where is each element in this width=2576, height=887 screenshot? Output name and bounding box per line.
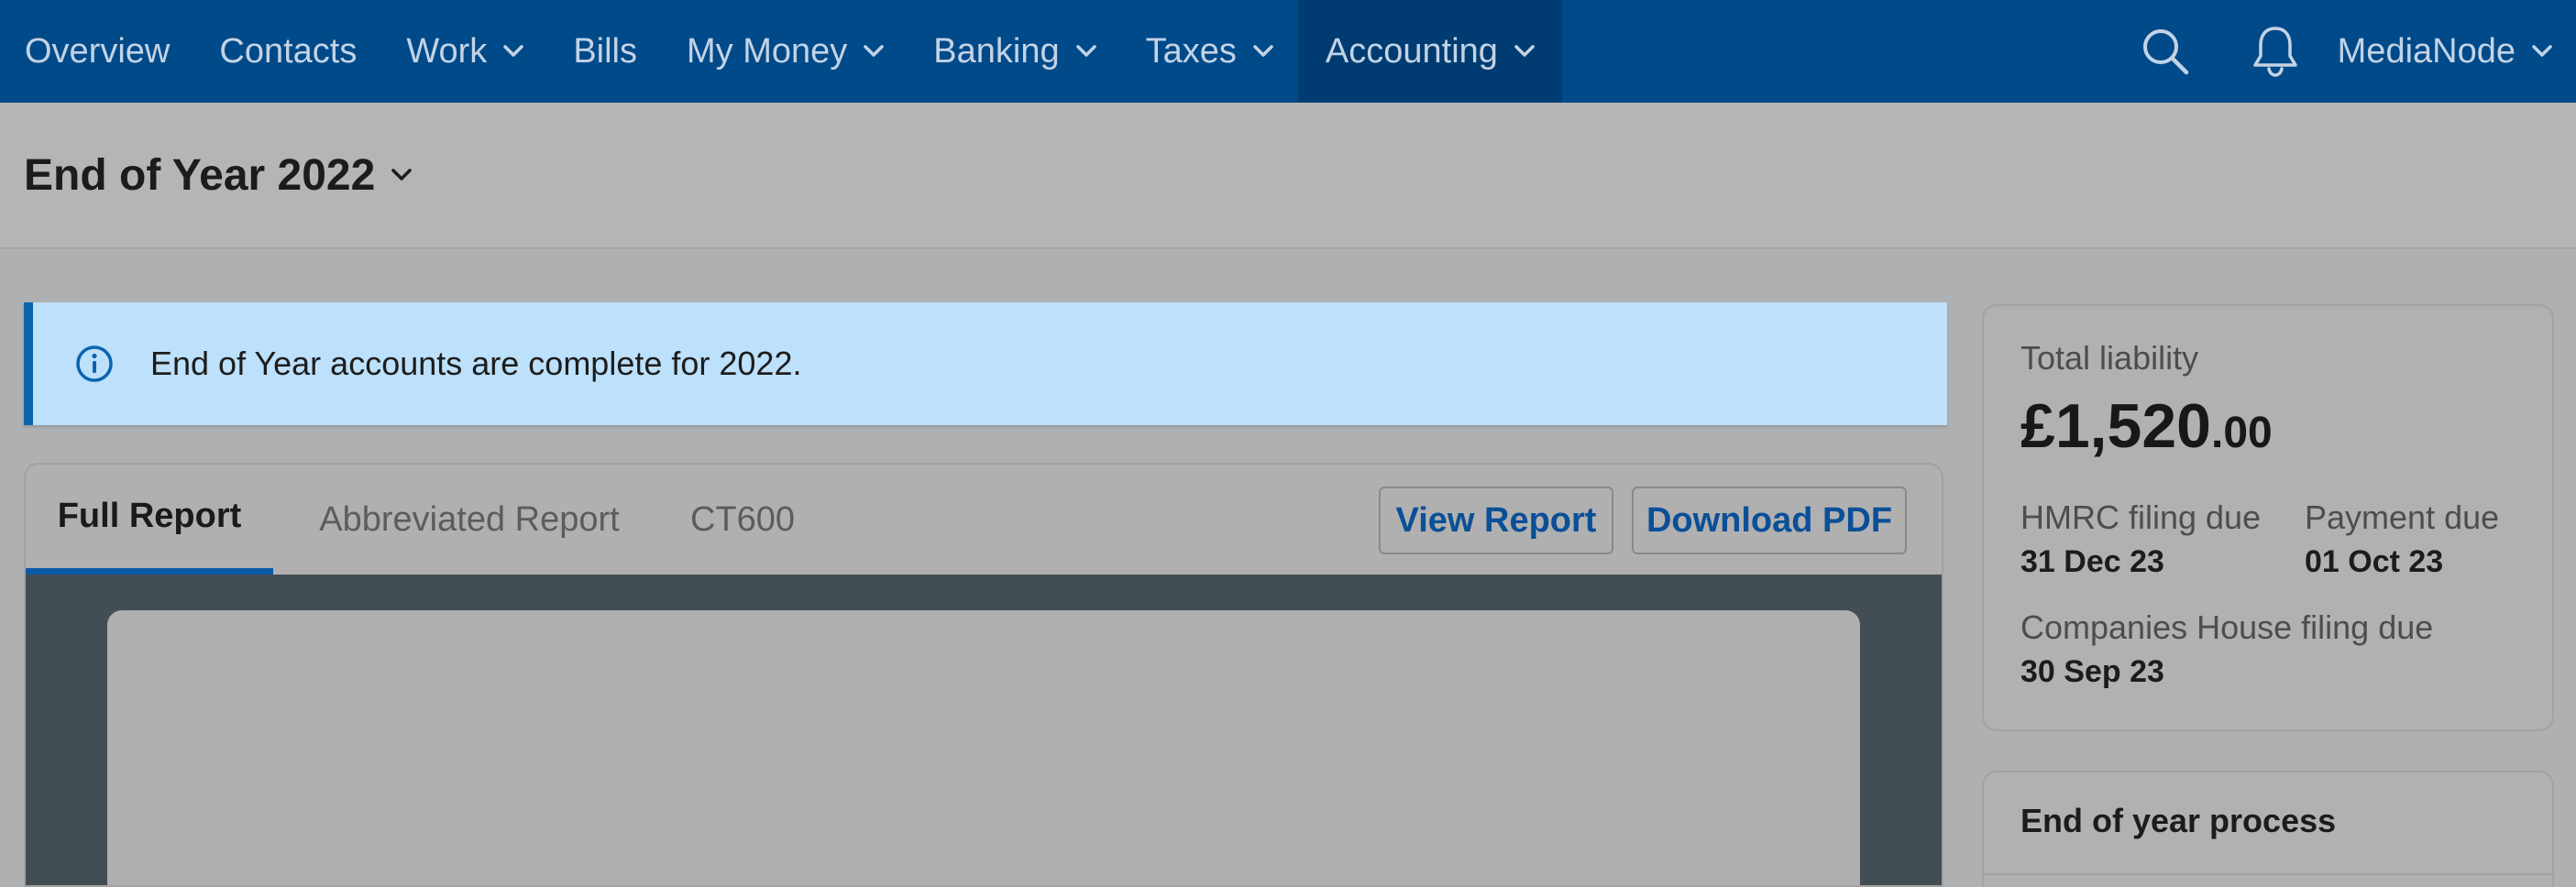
process-card: End of year process: [1982, 771, 2556, 887]
account-name: MediaNode: [2337, 31, 2515, 71]
payment-due-date: 01 Oct 23: [2305, 544, 2444, 579]
download-pdf-button[interactable]: Download PDF: [1632, 487, 1907, 554]
hmrc-filing-label: HMRC filing due: [2020, 498, 2262, 536]
info-icon: [76, 345, 113, 382]
main-content: End of Year accounts are complete for 20…: [0, 250, 2576, 887]
companies-house-date: 30 Sep 23: [2020, 654, 2164, 689]
page-title: End of Year 2022: [24, 150, 376, 200]
total-liability-value: £1,520.00: [2020, 390, 2273, 462]
nav-item-banking[interactable]: Banking: [908, 0, 1120, 103]
nav-item-label: Bills: [573, 31, 637, 71]
tab-full-report[interactable]: Full Report: [26, 465, 273, 575]
total-liability-label: Total liability: [2020, 339, 2199, 377]
nav-item-work[interactable]: Work: [381, 0, 548, 103]
tab-label: CT600: [689, 499, 796, 539]
chevron-down-icon: [864, 45, 885, 57]
chevron-down-icon: [1514, 45, 1535, 57]
nav-item-taxes[interactable]: Taxes: [1121, 0, 1298, 103]
tab-label: Abbreviated Report: [319, 499, 620, 539]
report-viewer[interactable]: [26, 575, 1942, 885]
chevron-down-icon: [391, 169, 413, 181]
total-liability-main: £1,520: [2020, 391, 2211, 461]
nav-item-label: Banking: [933, 31, 1060, 71]
year-selector[interactable]: End of Year 2022: [24, 150, 413, 201]
divider: [1984, 873, 2556, 875]
nav-item-my-money[interactable]: My Money: [662, 0, 908, 103]
nav-right: MediaNode: [2138, 0, 2576, 103]
nav-item-label: Taxes: [1145, 31, 1237, 71]
liability-card: Total liability £1,520.00 HMRC filing du…: [1982, 304, 2554, 731]
chevron-down-icon: [1253, 45, 1273, 57]
bell-icon[interactable]: [2248, 24, 2303, 79]
nav-item-label: Contacts: [219, 31, 358, 71]
account-menu[interactable]: MediaNode: [2338, 32, 2576, 71]
companies-house-label: Companies House filing due: [2020, 608, 2434, 646]
chevron-down-icon: [503, 45, 524, 57]
nav-item-label: Accounting: [1325, 31, 1498, 71]
hmrc-filing-date: 31 Dec 23: [2020, 544, 2164, 579]
tab-label: Full Report: [57, 497, 242, 535]
info-alert: End of Year accounts are complete for 20…: [24, 302, 1947, 425]
nav-item-bills[interactable]: Bills: [548, 0, 662, 103]
top-nav: Overview Contacts Work Bills My Money Ba…: [0, 0, 2576, 103]
report-page: [107, 610, 1860, 885]
payment-due-label: Payment due: [2305, 498, 2500, 536]
chevron-down-icon: [2532, 45, 2552, 57]
report-tabs: Full Report Abbreviated Report CT600 Vie…: [26, 465, 1942, 575]
process-title: End of year process: [2020, 802, 2337, 839]
nav-item-label: Overview: [25, 31, 171, 71]
tab-ct600[interactable]: CT600: [667, 465, 818, 575]
tab-abbreviated-report[interactable]: Abbreviated Report: [297, 465, 642, 575]
total-liability-pence: .00: [2210, 409, 2273, 457]
view-report-button[interactable]: View Report: [1379, 487, 1613, 554]
nav-item-label: Work: [406, 31, 488, 71]
search-icon[interactable]: [2138, 24, 2193, 79]
page-header: End of Year 2022: [0, 103, 2576, 249]
button-label: Download PDF: [1646, 500, 1893, 540]
nav-item-accounting[interactable]: Accounting: [1297, 0, 1562, 103]
nav-item-contacts[interactable]: Contacts: [194, 0, 381, 103]
chevron-down-icon: [1075, 45, 1096, 57]
report-card: Full Report Abbreviated Report CT600 Vie…: [24, 463, 1943, 887]
nav-item-label: My Money: [687, 31, 848, 71]
alert-text: End of Year accounts are complete for 20…: [150, 345, 802, 382]
nav-item-overview[interactable]: Overview: [0, 0, 194, 103]
button-label: View Report: [1395, 500, 1597, 540]
